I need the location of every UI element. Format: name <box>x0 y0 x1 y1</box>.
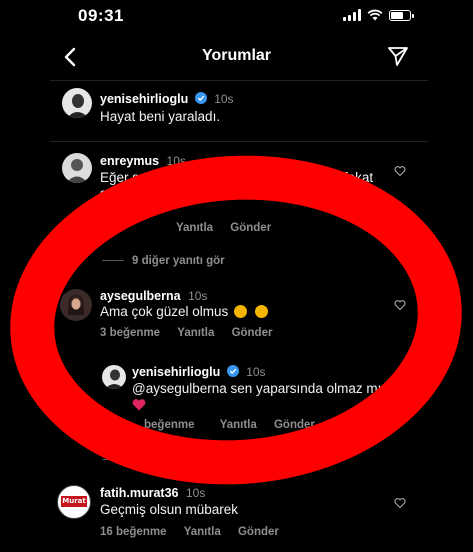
avatar[interactable] <box>102 365 126 389</box>
reply-button[interactable]: Yanıtla <box>184 526 221 538</box>
signal-icon <box>343 9 361 21</box>
portrait-image <box>68 295 84 315</box>
avatar[interactable]: Murat <box>57 485 91 519</box>
heart-icon[interactable] <box>394 299 406 311</box>
red-heart-emoji-icon <box>132 399 146 411</box>
comment-text-line2: senaryo <box>100 186 149 201</box>
avatar[interactable] <box>62 153 92 183</box>
comment-time: 10s <box>188 289 208 303</box>
comment-text-line1: Eğer senaryo gereği ise ustaca yapılmış … <box>100 170 374 185</box>
heart-eyes-emoji-icon <box>234 305 248 318</box>
battery-fill <box>391 11 403 19</box>
username-text[interactable]: aysegulberna <box>100 289 181 303</box>
heart-icon[interactable] <box>394 497 406 509</box>
send-button[interactable]: Gönder <box>238 526 279 538</box>
reply-dash <box>102 260 124 262</box>
comment-text-body: Ama çok güzel olmus <box>100 304 229 319</box>
avatar-logo: Murat <box>61 496 87 507</box>
reply-button[interactable]: Yanıtla <box>177 327 214 339</box>
likes-count[interactable]: 3 beğenme <box>100 327 160 339</box>
username-text[interactable]: enreymus <box>100 154 159 168</box>
avatar[interactable] <box>62 88 92 118</box>
send-button[interactable]: Gönder <box>274 419 315 431</box>
comment-actions: Yanıtla Gönder <box>100 222 271 234</box>
comment-username[interactable]: yenisehirlioglu 10s <box>100 92 234 106</box>
username-text[interactable]: yenisehirlioglu <box>100 92 188 106</box>
wifi-icon <box>367 9 383 21</box>
heart-icon[interactable] <box>394 165 406 177</box>
send-button[interactable]: Gönder <box>232 327 273 339</box>
comment-time: 10s <box>214 92 234 106</box>
send-button[interactable]: Gönder <box>230 222 271 234</box>
reply-dash <box>102 459 124 461</box>
reply-button[interactable]: Yanıtla <box>220 419 257 431</box>
verified-badge-icon <box>194 92 207 104</box>
comment-time: 10s <box>246 365 266 379</box>
view-replies[interactable]: 21 diğ <box>102 454 165 466</box>
view-replies-text[interactable]: 21 diğ <box>132 454 165 466</box>
comment-time: 10s <box>166 154 186 168</box>
comment-text-line1: @aysegulberna sen yaparsında olmaz mı <box>132 381 382 396</box>
portrait-image <box>105 369 124 389</box>
view-replies-text[interactable]: 9 diğer yanıtı gör <box>132 255 225 267</box>
avatar[interactable] <box>60 289 92 321</box>
status-time: 09:31 <box>78 6 124 25</box>
comment-actions: 16 beğenme Yanıtla Gönder <box>100 526 279 538</box>
view-replies[interactable]: 9 diğer yanıtı gör <box>102 255 225 267</box>
comment-username[interactable]: aysegulberna 10s <box>100 289 207 303</box>
comment-text: Ama çok güzel olmus <box>100 304 268 319</box>
comment-time: 10s <box>185 486 206 500</box>
comment-username[interactable]: fatih.murat36 10s <box>100 486 205 500</box>
comment-username[interactable]: enreymus 10s <box>100 154 186 168</box>
battery-icon <box>389 9 414 21</box>
red-circle-annotation <box>10 155 462 485</box>
comment-username[interactable]: yenisehirlioglu 10s <box>132 365 266 379</box>
comment-actions: 3 beğenme Yanıtla Gönder <box>100 327 272 339</box>
status-icons <box>343 9 414 21</box>
username-text[interactable]: yenisehirlioglu <box>132 365 220 379</box>
comment-actions: beğenme Yanıtla Gönder <box>144 419 315 431</box>
reply-button[interactable]: Yanıtla <box>176 222 213 234</box>
comment-text: Hayat beni yaraladı. <box>100 109 221 124</box>
paper-plane-icon[interactable] <box>386 44 410 68</box>
verified-badge-icon <box>226 365 239 377</box>
portrait-image <box>66 159 88 183</box>
comment-text: Geçmiş olsun mübarek <box>100 502 239 517</box>
username-text[interactable]: fatih.murat36 <box>100 486 179 500</box>
portrait-image <box>67 94 89 118</box>
likes-count[interactable]: 16 beğenme <box>100 526 166 538</box>
divider <box>50 141 428 142</box>
heart-eyes-emoji-icon <box>254 305 268 318</box>
likes-count[interactable]: beğenme <box>144 419 195 431</box>
